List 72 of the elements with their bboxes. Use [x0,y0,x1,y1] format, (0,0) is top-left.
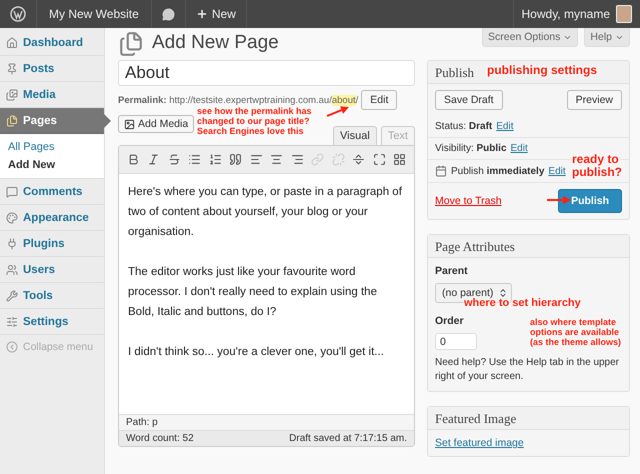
move-to-trash-link[interactable]: Move to Trash [435,195,502,207]
pages-icon [118,31,144,57]
sidebar-item[interactable]: Appearance [0,205,104,231]
greeting-text[interactable]: Howdy, myname [522,7,610,21]
word-count: Word count: 52 [126,433,194,444]
publish-setting-text: Publish immediately [451,166,544,176]
sidebar-item[interactable]: Comments [0,179,104,205]
title-field[interactable]: About [118,60,415,86]
parent-label: Parent [435,265,468,277]
publish-button[interactable]: Publish [558,189,622,213]
sliders-icon [6,316,18,328]
save-draft-button[interactable]: Save Draft [435,90,503,110]
edit-permalink-button[interactable]: Edit [361,90,398,110]
help-note: Need help? Use the Help tab in the upper right of your screen. [435,356,620,384]
publish-setting-text: Status: Draft [435,121,492,132]
plug-icon [6,238,18,250]
pages-icon [6,114,18,126]
kitchen-sink-icon[interactable] [392,151,408,168]
page-heading: Add New Page [152,32,279,54]
sidebar-item[interactable]: Dashboard [0,30,104,56]
up-down-icon [498,288,508,298]
comment-icon[interactable] [162,8,175,20]
help-tab[interactable]: Help [584,28,630,47]
plus-icon [196,8,208,20]
quote-icon[interactable] [228,151,244,168]
panel-title: Publish [435,65,474,80]
sidebar-item[interactable]: Tools [0,283,104,309]
media-icon [124,118,135,130]
wrench-icon [6,290,18,302]
edit-link[interactable]: Edit [548,166,566,176]
annotation-text: see how the permalink has changed to our page title? Search Engines love this [197,107,313,137]
order-field[interactable]: 0 [435,333,477,350]
arrow [326,106,349,117]
annotation-text: also where template options are available (as the theme allows) [530,318,622,348]
images-icon [6,88,18,100]
set-featured-image-link[interactable]: Set featured image [435,437,524,449]
fullscreen-icon[interactable] [371,151,388,168]
sidebar-item[interactable]: Posts [0,56,104,82]
annotation-text: publishing settings [487,64,597,78]
submenu-item[interactable]: Add New [0,156,104,174]
new-content-menu[interactable]: New [186,0,247,28]
draft-saved-text: Draft saved at 7:17:15 am. [289,433,407,444]
submenu-item[interactable]: All Pages [0,138,104,156]
edit-link[interactable]: Edit [496,121,514,132]
editor-paragraph: I didn't think so... you're a clever one, you'll get it... [128,345,385,360]
preview-button[interactable]: Preview [566,90,622,110]
house-icon [6,36,18,48]
speech-bubble-icon [6,186,18,198]
calendar-icon [435,165,447,177]
palette-icon [6,212,18,224]
arrow [547,196,571,204]
order-label: Order [435,315,464,327]
current-pointer-icon [104,114,111,128]
panel-title: Featured Image [435,411,516,426]
sidebar-item[interactable]: Users [0,257,104,283]
add-media-button[interactable]: Add Media [118,115,194,133]
collapse-icon [6,341,18,353]
panel-title: Page Attributes [435,239,515,254]
pushpin-icon [6,62,18,74]
editor-tab[interactable]: Visual [333,126,377,145]
people-icon [6,264,18,276]
publish-setting-text: Visibility: Public [435,143,507,154]
screen-options-tab[interactable]: Screen Options [482,28,578,47]
path-text: Path: p [126,417,158,428]
new-label: New [212,7,236,21]
sidebar-item[interactable]: Plugins [0,231,104,257]
annotation-text: ready to publish? [572,153,623,180]
edit-link[interactable]: Edit [510,143,528,154]
sidebar-item[interactable]: Settings [0,309,104,335]
wordpress-logo-icon[interactable] [10,6,26,22]
editor-paragraph: Here's where you can type, or paste in a paragraph of two of content about yourself, your blog or your organisation. [128,185,403,240]
editor-paragraph: The editor works just like your favourite word processor. I don't really need to explain using the Bold, Italic and buttons, do I? [128,265,378,320]
